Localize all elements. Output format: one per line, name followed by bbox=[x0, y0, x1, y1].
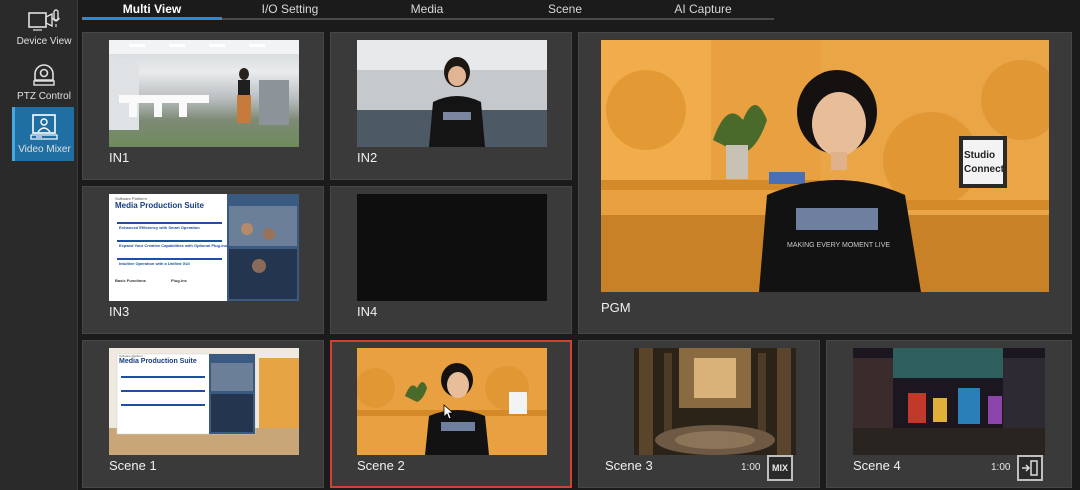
ptz-camera-icon bbox=[33, 64, 55, 86]
sidebar-item-label: PTZ Control bbox=[17, 91, 71, 102]
scene3-preview bbox=[634, 348, 796, 455]
sidebar: Device View PTZ Control Video Mixer bbox=[0, 0, 78, 490]
video-mixer-screen: Device View PTZ Control Video Mixer Mult… bbox=[0, 0, 1080, 490]
program-tile[interactable]: Studio Connect MAKING EVERY MOMENT LIVE … bbox=[578, 32, 1072, 334]
scene-tile-4[interactable]: Scene 4 1:00 bbox=[826, 340, 1072, 488]
in2-label: IN2 bbox=[357, 150, 378, 165]
input-tile-in3[interactable]: Software Platform Media Production Suite… bbox=[82, 186, 324, 334]
in4-label: IN4 bbox=[357, 304, 378, 319]
in4-preview bbox=[357, 194, 547, 301]
in3-label: IN3 bbox=[109, 304, 130, 319]
video-mixer-icon bbox=[29, 114, 58, 140]
tab-scene[interactable]: Scene bbox=[496, 0, 634, 18]
slide-title: Media Production Suite bbox=[115, 201, 204, 210]
tab-bar: Multi View I/O Setting Media Scene AI Ca… bbox=[82, 0, 774, 20]
input-tile-in2[interactable]: IN2 bbox=[330, 32, 572, 180]
sidebar-item-video-mixer[interactable]: Video Mixer bbox=[12, 107, 74, 161]
scene4-duration: 1:00 bbox=[991, 462, 1011, 473]
in1-label: IN1 bbox=[109, 150, 130, 165]
scene3-transition-button[interactable]: MIX bbox=[767, 455, 793, 481]
scene2-label: Scene 2 bbox=[357, 458, 405, 473]
scene-tile-1[interactable]: Software Platform Media Production Suite… bbox=[82, 340, 324, 488]
svg-text:Studio: Studio bbox=[964, 150, 995, 161]
sidebar-item-label: Video Mixer bbox=[18, 144, 71, 155]
scene3-duration: 1:00 bbox=[741, 462, 761, 473]
mouse-cursor-icon bbox=[443, 404, 455, 420]
slide-line-2: Expand Your Creative Capabilities with O… bbox=[119, 243, 228, 248]
tab-multi-view[interactable]: Multi View bbox=[82, 0, 222, 20]
scene1-label: Scene 1 bbox=[109, 458, 157, 473]
scene3-label: Scene 3 bbox=[605, 458, 653, 473]
svg-text:Connect: Connect bbox=[964, 164, 1005, 175]
tab-media[interactable]: Media bbox=[358, 0, 496, 18]
sidebar-item-ptz-control[interactable]: PTZ Control bbox=[12, 54, 76, 108]
scene1-slide-title: Media Production Suite bbox=[119, 358, 197, 365]
scene1-preview: Software Platform Media Production Suite bbox=[109, 348, 299, 455]
tab-io-setting[interactable]: I/O Setting bbox=[222, 0, 358, 18]
slide-basic: Basic Functions bbox=[115, 278, 146, 283]
scene2-preview bbox=[357, 348, 547, 455]
in3-preview: Software Platform Media Production Suite… bbox=[109, 194, 299, 301]
scene-tile-3[interactable]: Scene 3 1:00 MIX bbox=[578, 340, 820, 488]
sidebar-item-label: Device View bbox=[16, 36, 72, 47]
input-tile-in1[interactable]: IN1 bbox=[82, 32, 324, 180]
program-label: PGM bbox=[601, 300, 631, 315]
slide-line-1: Enhanced Efficiency with Smart Operation bbox=[119, 225, 200, 230]
tab-ai-capture[interactable]: AI Capture bbox=[634, 0, 772, 18]
scene4-label: Scene 4 bbox=[853, 458, 901, 473]
in2-preview bbox=[357, 40, 547, 147]
slide-plugin: Plug-ins bbox=[171, 278, 187, 283]
scene-tile-2[interactable]: Scene 2 bbox=[330, 340, 572, 488]
scene4-transition-button[interactable] bbox=[1017, 455, 1043, 481]
cut-transition-icon bbox=[1022, 460, 1038, 476]
scene4-preview bbox=[853, 348, 1045, 455]
svg-text:MAKING EVERY MOMENT LIVE: MAKING EVERY MOMENT LIVE bbox=[787, 242, 890, 249]
in1-preview bbox=[109, 40, 299, 147]
sidebar-item-device-view[interactable]: Device View bbox=[12, 0, 76, 54]
camera-mic-icon bbox=[28, 9, 61, 31]
program-preview: Studio Connect MAKING EVERY MOMENT LIVE bbox=[601, 40, 1049, 292]
input-tile-in4[interactable]: IN4 bbox=[330, 186, 572, 334]
slide-line-3: Intuitive Operation with a Unified GUI bbox=[119, 261, 190, 266]
